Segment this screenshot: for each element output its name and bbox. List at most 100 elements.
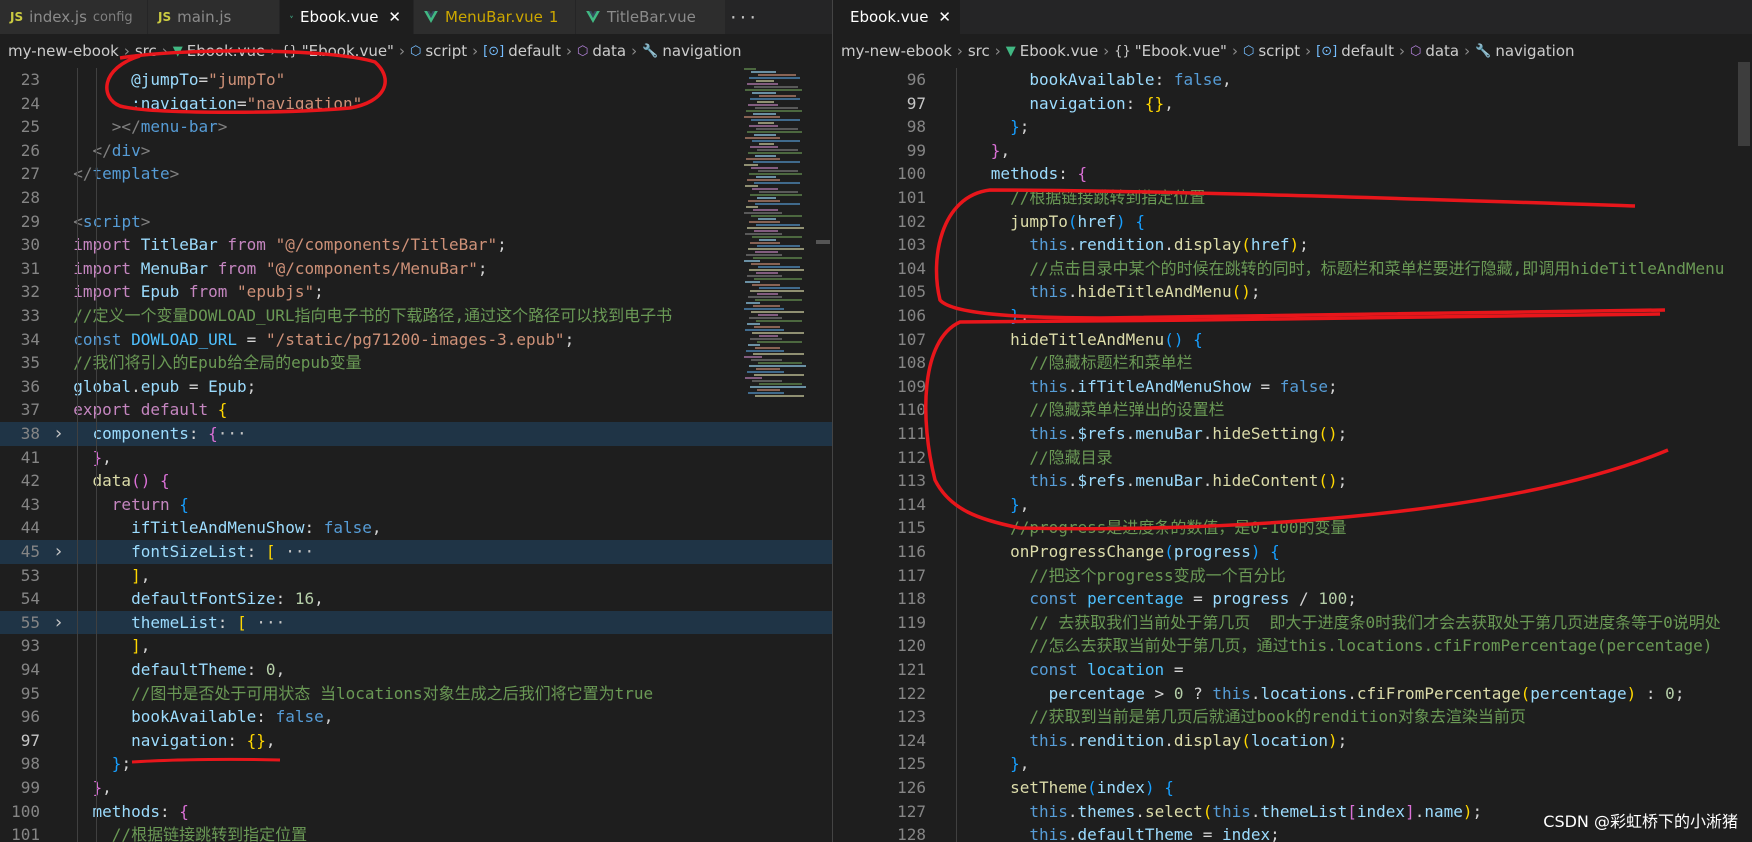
code-token: = [1183, 589, 1213, 609]
code-editor[interactable]: 96 bookAvailable: false, 97 navigation: {… [833, 68, 1752, 842]
breadcrumb-segment[interactable]: data [1425, 42, 1459, 60]
code-line: 26 </div> [0, 139, 832, 163]
code-token: ) [1462, 801, 1473, 821]
code-token: . [1135, 801, 1145, 821]
code-token: select [1144, 801, 1203, 821]
minimap-line [759, 95, 796, 97]
code-line: 101 //根据链接跳转到指定位置 [833, 186, 1752, 210]
code-editor[interactable]: 23 @jumpTo="jumpTo" 24 :navigation="navig… [0, 68, 832, 842]
code-text: import MenuBar from "@/components/MenuBa… [54, 257, 487, 281]
breadcrumb-segment[interactable]: src [135, 42, 157, 60]
code-line: 110 //隐藏菜单栏弹出的设置栏 [833, 398, 1752, 422]
code-token: { [1164, 778, 1174, 797]
breadcrumb-segment[interactable]: "Ebook.vue" [302, 42, 394, 60]
code-token: TitleBar [140, 235, 228, 255]
code-token: DOWLOAD_URL [131, 329, 238, 349]
module-icon: ⬡ [409, 43, 422, 59]
scrollbar-thumb[interactable] [1738, 62, 1750, 146]
object-icon: [⊙] [483, 43, 505, 59]
code-token: () [1318, 424, 1338, 443]
breadcrumb-segment[interactable]: default [508, 42, 561, 60]
line-number: 109 [897, 376, 926, 396]
breadcrumb-segment[interactable]: navigation [662, 42, 741, 60]
code-token: : [1125, 93, 1145, 113]
line-number: 99 [906, 140, 926, 160]
code-token: [ [237, 612, 247, 632]
minimap-line [759, 287, 800, 289]
breadcrumb-segment[interactable]: script [1258, 42, 1300, 60]
breadcrumb-segment[interactable]: Ebook.vue [1020, 42, 1098, 60]
minimap-line [748, 200, 780, 202]
method-icon: ⬡ [576, 43, 589, 59]
minimap-line [752, 140, 800, 142]
code-token: "@/components/MenuBar" [265, 258, 478, 278]
more-actions-icon[interactable]: ··· [726, 0, 760, 34]
minimap-line [751, 263, 780, 265]
breadcrumb-segment[interactable]: Ebook.vue [187, 42, 265, 60]
minimap-line [754, 134, 776, 136]
minimap-line [758, 362, 802, 364]
minimap-line [749, 317, 782, 319]
code-line: 96 bookAvailable: false, [0, 705, 832, 729]
tab-ebook-vue[interactable]: Ebook.vue ✕ [280, 0, 414, 34]
code-token: , [314, 589, 324, 609]
code-text: }, [933, 752, 1029, 776]
breadcrumb-segment[interactable]: script [425, 42, 467, 60]
breadcrumb-segment[interactable]: src [968, 42, 990, 60]
left-editor-group: JS index.js config JS main.js Ebook.vue ✕ MenuB… [0, 0, 832, 842]
close-icon[interactable]: ✕ [938, 8, 951, 26]
line-number: 29 [20, 211, 40, 231]
breadcrumb-segment[interactable]: default [1341, 42, 1394, 60]
tab-index-js[interactable]: JS index.js config [0, 0, 148, 34]
tab-main-js[interactable]: JS main.js [148, 0, 280, 34]
breadcrumb-segment[interactable]: my-new-ebook [841, 42, 952, 60]
breadcrumb-segment[interactable]: navigation [1495, 42, 1574, 60]
minimap-line [745, 137, 780, 139]
minimap-line [759, 383, 802, 385]
minimap-line [753, 161, 800, 163]
scrollbar-thumb[interactable] [816, 240, 830, 244]
minimap-line [752, 380, 782, 382]
tab-ebook-vue[interactable]: Ebook.vue ✕ [833, 0, 961, 34]
code-token: > [140, 211, 151, 231]
code-token: "/static/pg71200-images-3.epub" [265, 329, 565, 349]
tab-menubar-vue[interactable]: MenuBar.vue 1 [414, 0, 576, 34]
minimap-line [759, 239, 776, 241]
chevron-right-icon: › [565, 42, 572, 60]
code-text: this.themes.select(this.themeList[index]… [933, 800, 1482, 824]
code-token: hideContent [1212, 471, 1319, 491]
code-token: "epubjs" [237, 282, 315, 302]
breadcrumb-segment[interactable]: my-new-ebook [8, 42, 119, 60]
line-number: 97 [20, 730, 40, 750]
close-icon[interactable]: ✕ [388, 8, 401, 26]
code-line: 126 setTheme(index) { [833, 776, 1752, 800]
code-token: / [1289, 589, 1319, 609]
code-token: Epub [140, 282, 189, 302]
code-line: 115 //progress是进度条的数值，是0-100的变量 [833, 516, 1752, 540]
code-token: hideTitleAndMenu [1077, 282, 1232, 302]
tab-titlebar-vue[interactable]: TitleBar.vue [576, 0, 726, 34]
code-token: . [1202, 424, 1213, 443]
minimap-line [750, 290, 804, 292]
code-token: "jumpTo" [208, 70, 286, 89]
tab-label: TitleBar.vue [607, 8, 696, 26]
minimap-line [751, 215, 802, 217]
line-number: 54 [20, 589, 40, 609]
code-text: this.rendition.display(href); [933, 233, 1308, 257]
minimap-line [753, 305, 780, 307]
tab-label: Ebook.vue [850, 8, 929, 26]
minimap-line [752, 332, 804, 334]
minimap[interactable] [740, 68, 810, 408]
code-line: 31 import MenuBar from "@/components/Men… [0, 257, 832, 281]
code-token: ifTitleAndMenuShow [54, 518, 305, 538]
breadcrumb-segment[interactable]: "Ebook.vue" [1135, 42, 1227, 60]
code-token: percentage [933, 683, 1145, 703]
breadcrumb-segment[interactable]: data [592, 42, 626, 60]
line-number: 119 [897, 612, 926, 632]
code-token: () [1318, 471, 1338, 491]
code-token: . [1347, 683, 1357, 703]
code-token: } [933, 754, 1020, 774]
code-token: bookAvailable [54, 707, 257, 727]
code-line: 120 //怎么去获取当前处于第几页，通过this.locations.cfiF… [833, 634, 1752, 658]
code-token: href [1077, 211, 1117, 231]
